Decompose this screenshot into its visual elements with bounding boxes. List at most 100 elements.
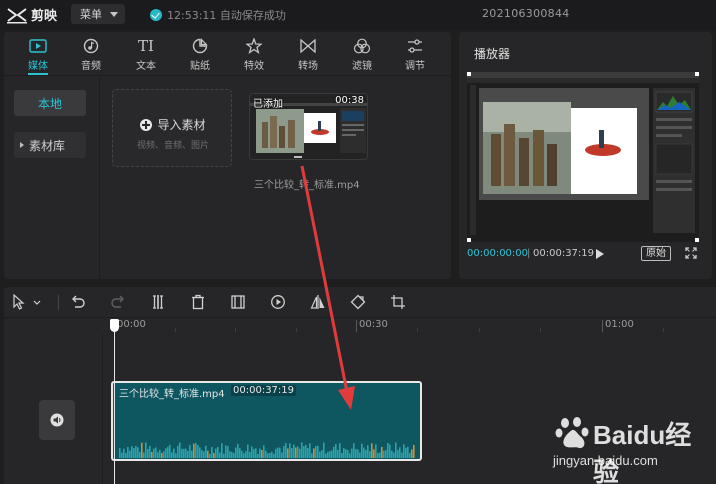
waveform-bar (399, 447, 401, 458)
waveform-bar (265, 450, 267, 458)
waveform-bar (145, 442, 147, 458)
waveform-bar (235, 447, 237, 458)
waveform-bar (351, 448, 353, 458)
clip-name: 三个比较_转_标准.mp4 (119, 389, 225, 400)
tab-text[interactable]: TI 文本 (122, 32, 170, 76)
delete-button[interactable] (190, 294, 206, 310)
baidu-paw-icon (555, 417, 589, 449)
tab-media[interactable]: 媒体 (14, 32, 62, 76)
project-name[interactable]: 202106300844 (482, 7, 570, 20)
waveform-bar (369, 451, 371, 458)
waveform-bar (221, 443, 223, 458)
waveform-bar (349, 453, 351, 458)
tab-label: 转场 (298, 61, 318, 72)
rotate-icon (350, 294, 366, 310)
waveform-bar (201, 450, 203, 458)
waveform-bar (205, 445, 207, 458)
menu-button[interactable]: 菜单 (71, 4, 125, 24)
waveform-bar (261, 449, 263, 458)
crop-button[interactable] (390, 294, 406, 310)
waveform-bar (409, 452, 411, 458)
rotate-button[interactable] (350, 294, 366, 310)
waveform-bar (247, 444, 249, 458)
waveform-bar (297, 446, 299, 458)
video-preview[interactable] (467, 72, 699, 242)
waveform-bar (223, 453, 225, 458)
tab-label: 文本 (136, 61, 156, 72)
media-thumbnail[interactable]: 已添加 00:38 (249, 93, 368, 160)
freeze-frame-button[interactable] (230, 294, 246, 310)
capcut-logo-icon (7, 7, 27, 23)
waveform-bar (197, 445, 199, 458)
waveform-bar (263, 445, 265, 458)
tab-adjust[interactable]: 调节 (391, 32, 439, 76)
track-mute-button[interactable] (39, 400, 75, 440)
tab-audio[interactable]: 音频 (67, 32, 115, 76)
player-title: 播放器 (474, 47, 511, 61)
sidebar-item-library[interactable]: 素材库 (14, 132, 86, 158)
sidebar-item-local[interactable]: 本地 (14, 90, 86, 116)
player-panel: 播放器 00:00:00:00 | 00:00:37:19 原始 (459, 32, 712, 279)
waveform-bar (367, 445, 369, 458)
waveform-bar (217, 446, 219, 458)
waveform-bar (135, 445, 137, 458)
play-icon[interactable] (596, 249, 604, 259)
waveform-bar (405, 447, 407, 458)
waveform-bar (147, 448, 149, 458)
mirror-button[interactable] (310, 294, 326, 310)
split-button[interactable] (150, 294, 166, 310)
tab-effects[interactable]: 特效 (230, 32, 278, 76)
waveform-bar (397, 449, 399, 458)
ruler-tick (602, 320, 603, 332)
reverse-button[interactable] (270, 294, 286, 310)
waveform-bar (169, 444, 171, 458)
waveform-bar (377, 452, 379, 458)
waveform-bar (165, 448, 167, 458)
waveform-bar (291, 448, 293, 458)
audio-waveform (119, 442, 415, 458)
waveform-bar (327, 451, 329, 458)
waveform-bar (219, 452, 221, 458)
waveform-bar (361, 443, 363, 458)
transition-icon (298, 37, 318, 55)
select-tool-button[interactable] (12, 294, 42, 310)
waveform-bar (407, 446, 409, 458)
waveform-bar (193, 443, 195, 458)
ruler-minor-tick (417, 328, 418, 332)
import-media-button[interactable]: 导入素材 视频、音频、图片 (112, 89, 232, 167)
aspect-ratio-button[interactable]: 原始 (641, 246, 671, 261)
tab-transition[interactable]: 转场 (284, 32, 332, 76)
waveform-bar (363, 447, 365, 458)
preview-frame-image (467, 72, 699, 242)
waveform-bar (281, 452, 283, 458)
waveform-bar (271, 451, 273, 458)
waveform-bar (175, 453, 177, 458)
waveform-bar (365, 449, 367, 458)
waveform-bar (311, 453, 313, 458)
undo-icon (72, 295, 85, 308)
waveform-bar (293, 444, 295, 458)
media-panel: 媒体 音频 TI 文本 贴纸 特效 转场 滤镜 调节 本地 素材库 导入素材 视… (4, 32, 451, 279)
fullscreen-icon[interactable] (685, 247, 697, 259)
tab-filter[interactable]: 滤镜 (338, 32, 386, 76)
undo-button[interactable] (70, 294, 86, 310)
redo-button[interactable] (110, 294, 126, 310)
waveform-bar (163, 451, 165, 458)
waveform-bar (315, 446, 317, 458)
tab-sticker[interactable]: 贴纸 (176, 32, 224, 76)
waveform-bar (159, 449, 161, 458)
timeline-clip[interactable]: 三个比较_转_标准.mp4 00:00:37:19 (111, 381, 422, 461)
waveform-bar (251, 446, 253, 458)
waveform-bar (287, 448, 289, 458)
waveform-bar (191, 450, 193, 458)
waveform-bar (309, 443, 311, 458)
waveform-bar (385, 450, 387, 458)
waveform-bar (359, 452, 361, 458)
sticker-icon (190, 37, 210, 55)
waveform-bar (325, 453, 327, 458)
watermark-brand: Baidu经验 (593, 420, 692, 484)
waveform-bar (253, 449, 255, 458)
waveform-bar (337, 449, 339, 458)
waveform-bar (375, 444, 377, 458)
waveform-bar (269, 453, 271, 458)
